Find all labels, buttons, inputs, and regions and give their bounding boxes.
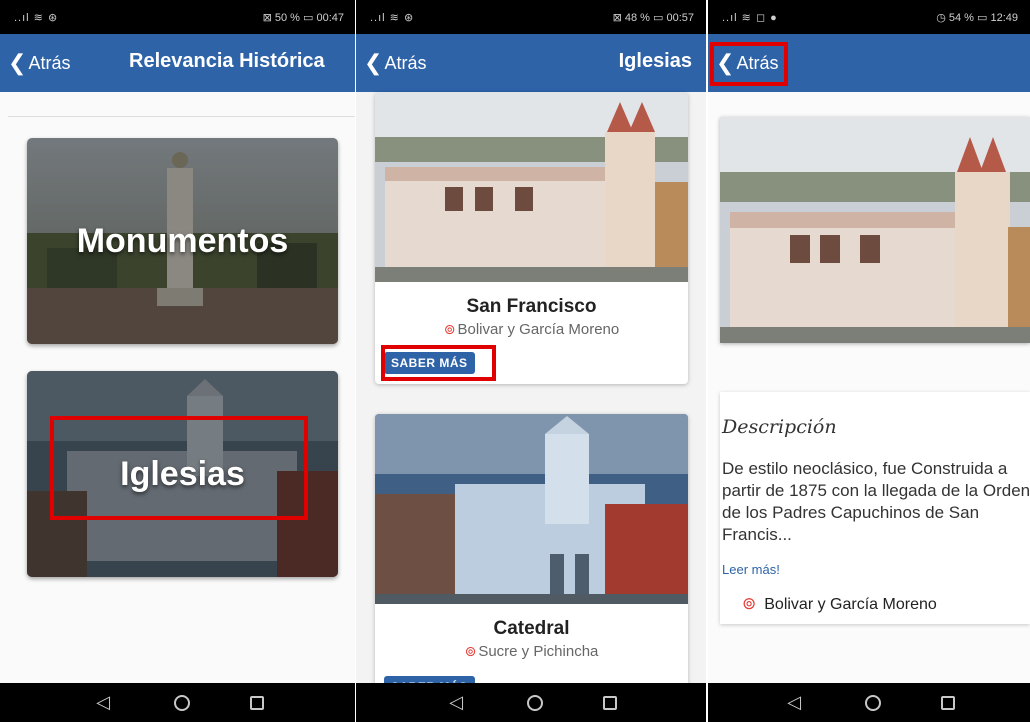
- highlight-box: [381, 345, 496, 381]
- church-address-text: Sucre y Pichincha: [478, 643, 599, 660]
- status-battery-time: ⊠ 48 % ▭ 00:57: [612, 12, 694, 24]
- church-name: San Francisco: [466, 296, 597, 317]
- nav-home-icon[interactable]: [865, 694, 881, 711]
- status-icons: ..ıl ≋ ⊛: [14, 12, 59, 24]
- screen-relevancia-historica: ..ıl ≋ ⊛ ⊠ 50 % ▭ 00:47 ❮ Atrás Relevanc…: [0, 0, 356, 722]
- nav-home-icon[interactable]: [527, 694, 543, 711]
- description-heading: Descripción: [722, 416, 837, 438]
- status-icons: ..ıl ≋ ⊛: [370, 12, 415, 24]
- nav-back-icon[interactable]: ◁: [92, 692, 114, 713]
- location-pin-icon: ⊚: [464, 643, 477, 659]
- highlight-box: [50, 416, 308, 520]
- detail-address: ⊚ Bolivar y García Moreno: [742, 594, 937, 614]
- description-text: De estilo neoclásico, fue Construida a p…: [722, 459, 1030, 544]
- read-more-link[interactable]: Leer más!: [722, 562, 780, 577]
- status-battery-time: ⊠ 50 % ▭ 00:47: [262, 12, 344, 24]
- nav-home-icon[interactable]: [174, 694, 190, 711]
- category-card-monumentos[interactable]: Monumentos: [27, 138, 338, 344]
- church-card-san-francisco: San Francisco ⊚ Bolivar y García Moreno S…: [375, 92, 688, 384]
- church-image: [375, 414, 688, 604]
- status-bar: ..ıl ≋ ⊛ ⊠ 48 % ▭ 00:57: [356, 0, 706, 34]
- location-pin-icon: ⊚: [742, 594, 757, 613]
- app-bar: ❮ Atrás Relevancia Histórica: [0, 34, 356, 92]
- location-pin-icon: ⊚: [443, 321, 456, 337]
- detail-address-text: Bolivar y García Moreno: [764, 596, 937, 613]
- divider: [8, 116, 356, 117]
- church-detail-image: [720, 117, 1030, 343]
- nav-back-icon[interactable]: ◁: [445, 692, 467, 713]
- app-bar: ❮ Atrás Iglesias: [356, 34, 706, 92]
- description-card: Descripción De estilo neoclásico, fue Co…: [720, 392, 1030, 624]
- church-address: ⊚ Bolivar y García Moreno: [375, 321, 688, 338]
- back-button[interactable]: ❮ Atrás: [364, 34, 426, 92]
- status-icons: ..ıl ≋ ◻ ●: [722, 12, 778, 24]
- screen-iglesias: ..ıl ≋ ⊛ ⊠ 48 % ▭ 00:57 ❮ Atrás Iglesias: [356, 0, 706, 722]
- nav-recents-icon[interactable]: [603, 695, 617, 710]
- nav-back-icon[interactable]: ◁: [783, 692, 805, 713]
- back-label: Atrás: [384, 52, 427, 73]
- back-label: Atrás: [28, 52, 71, 73]
- nav-recents-icon[interactable]: [941, 695, 955, 710]
- church-image: [375, 92, 688, 282]
- screenshot-collage: ..ıl ≋ ⊛ ⊠ 50 % ▭ 00:47 ❮ Atrás Relevanc…: [0, 0, 1030, 722]
- android-nav-bar: ◁: [0, 683, 356, 722]
- nav-recents-icon[interactable]: [250, 695, 264, 710]
- church-card-catedral: Catedral ⊚Sucre y Pichincha SABER MÁS: [375, 414, 688, 714]
- back-chevron-icon: ❮: [8, 50, 27, 75]
- android-nav-bar: ◁: [708, 683, 1030, 722]
- page-title: Iglesias: [618, 50, 692, 72]
- church-address-text: Bolivar y García Moreno: [457, 321, 620, 338]
- back-chevron-icon: ❮: [364, 50, 383, 75]
- status-battery-time: ◷ 54 % ▭ 12:49: [936, 12, 1018, 24]
- highlight-box: [710, 42, 788, 86]
- church-address: ⊚ Sucre y Pichincha: [375, 643, 688, 660]
- screen-detalle: ..ıl ≋ ◻ ● ◷ 54 % ▭ 12:49 ❮ Atrás Descri…: [708, 0, 1030, 722]
- status-bar: ..ıl ≋ ◻ ● ◷ 54 % ▭ 12:49: [708, 0, 1030, 34]
- status-bar: ..ıl ≋ ⊛ ⊠ 50 % ▭ 00:47: [0, 0, 356, 34]
- church-name: Catedral: [493, 618, 570, 639]
- android-nav-bar: ◁: [356, 683, 706, 722]
- back-button[interactable]: ❮ Atrás: [8, 34, 70, 92]
- category-label: Monumentos: [76, 221, 289, 260]
- page-title: Relevancia Histórica: [129, 50, 325, 72]
